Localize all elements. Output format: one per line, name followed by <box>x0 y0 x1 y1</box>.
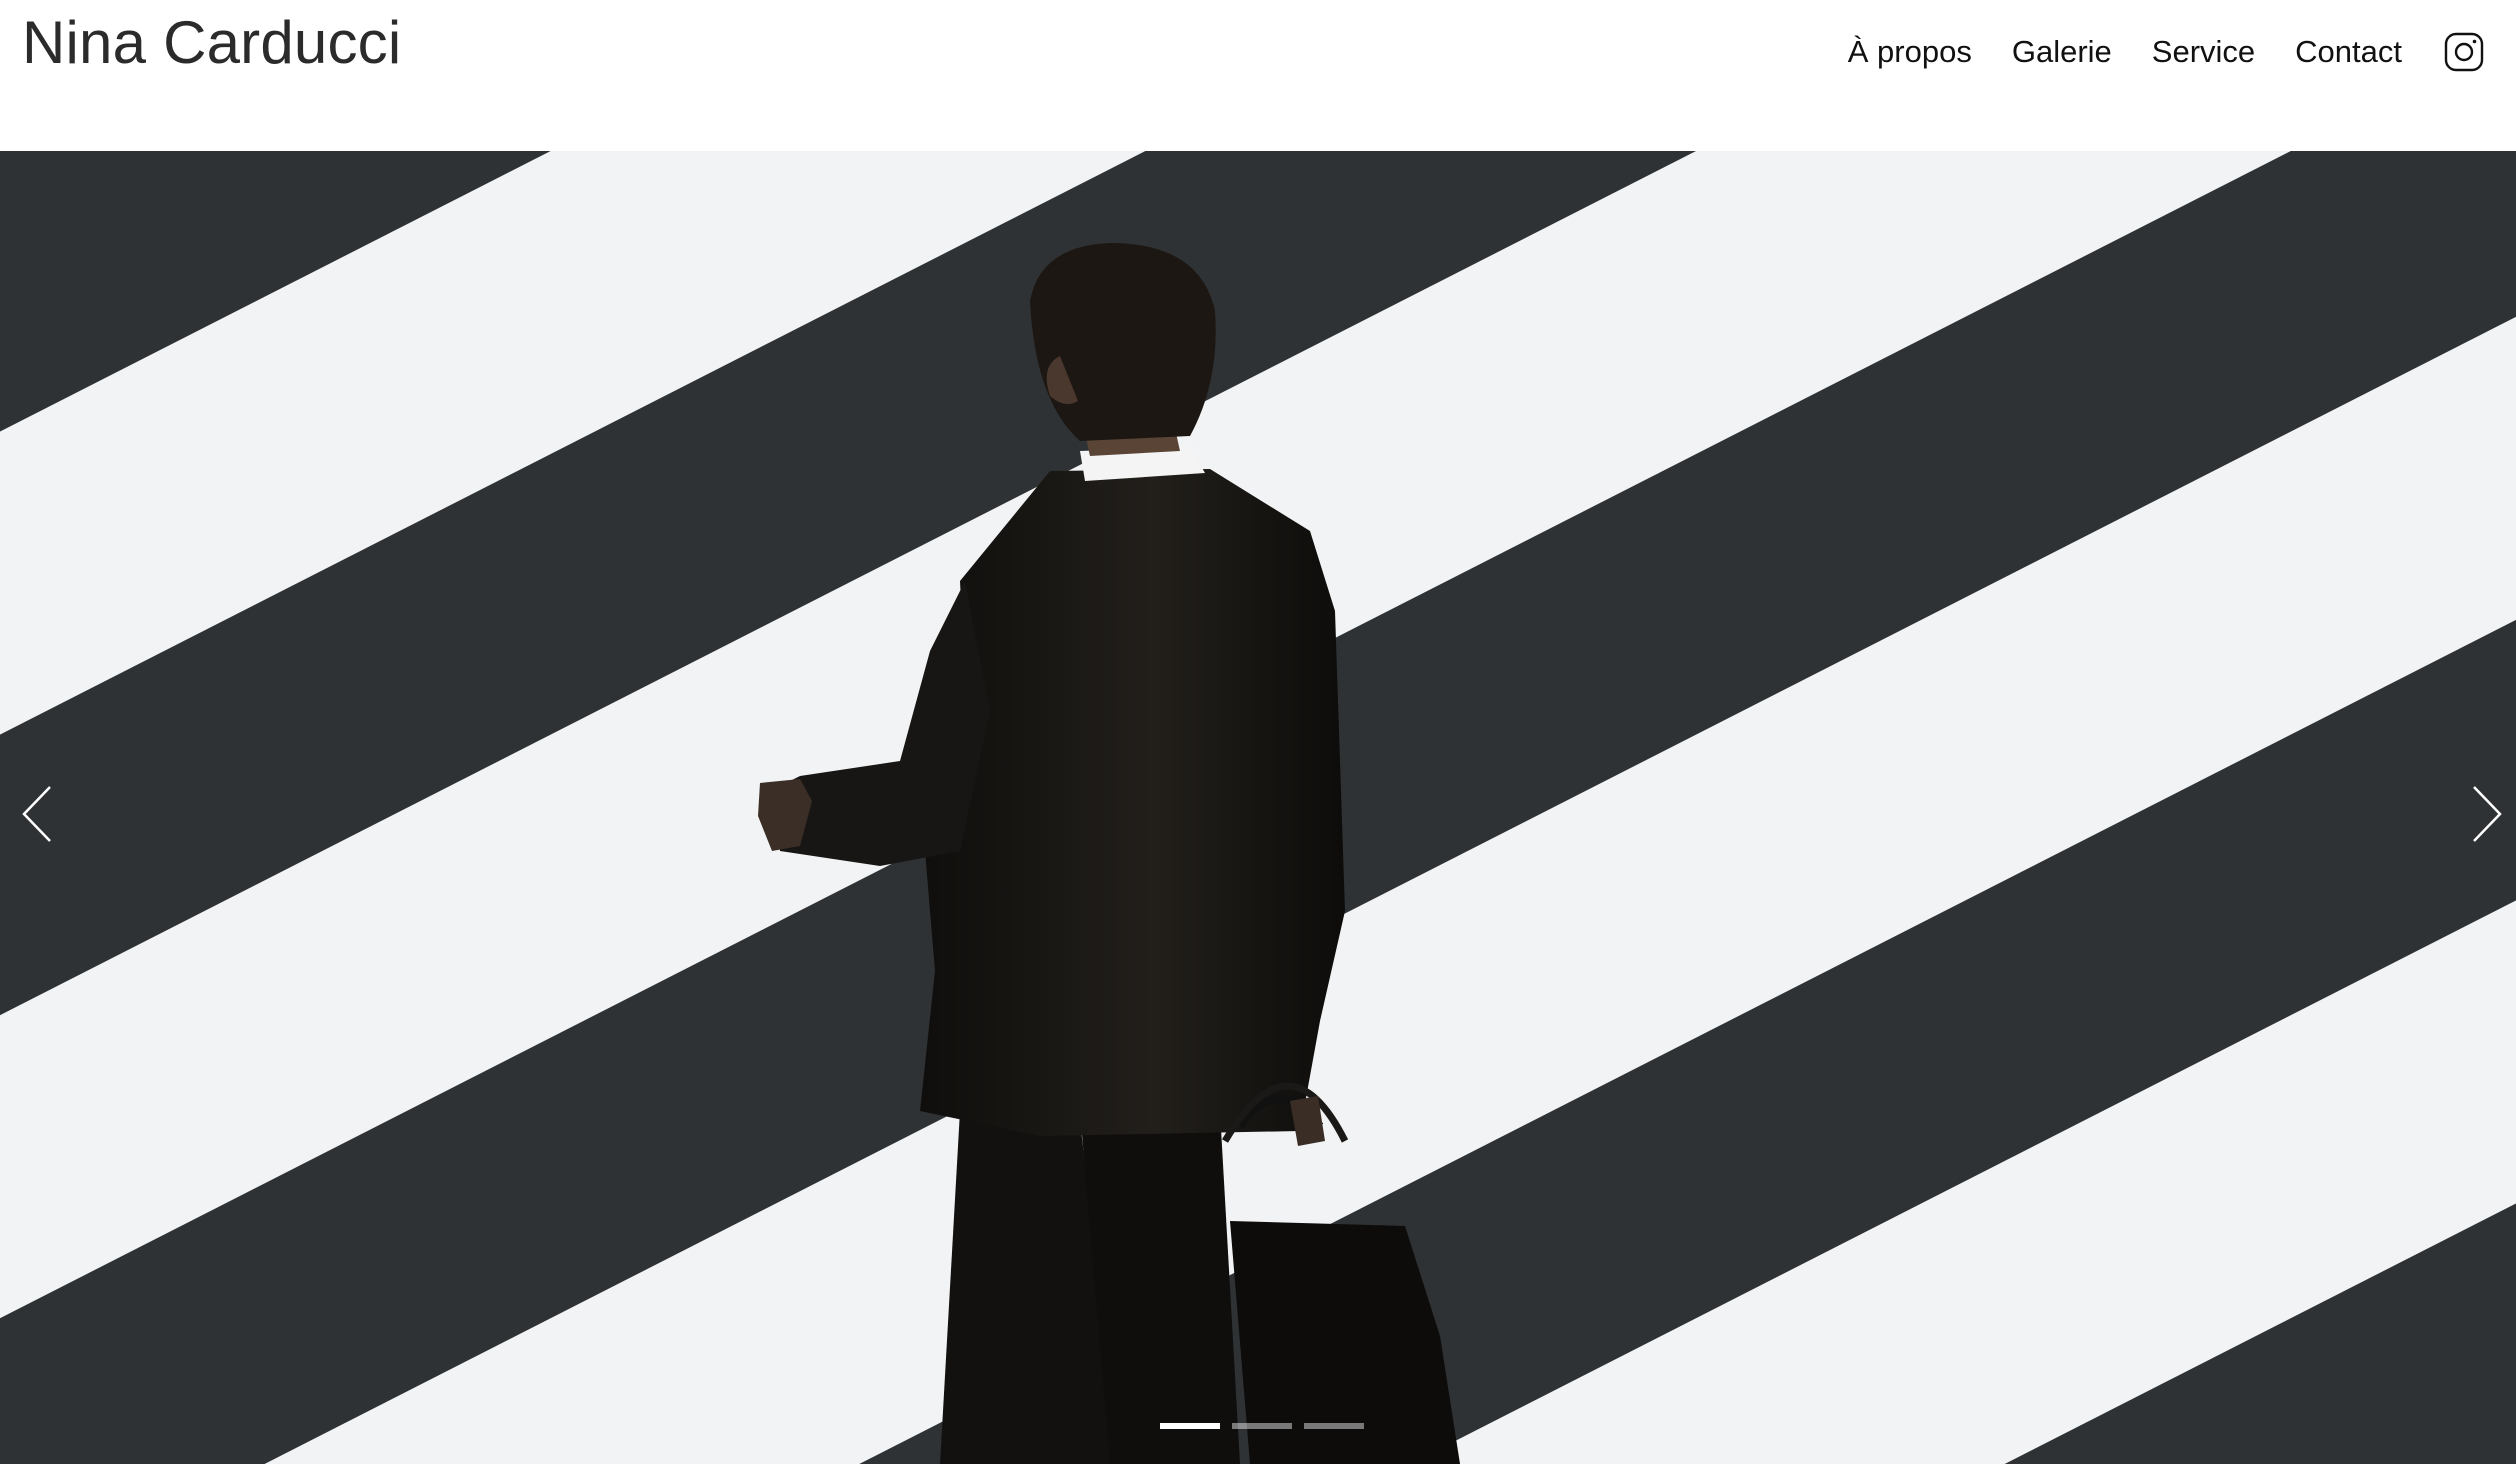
hero-image <box>0 151 2516 1464</box>
carousel-indicator-2[interactable] <box>1232 1423 1292 1429</box>
carousel-indicator-1[interactable] <box>1160 1423 1220 1429</box>
main-nav: À propos Galerie Service Contact <box>1848 30 2484 74</box>
hero-carousel <box>0 151 2516 1464</box>
nav-link-gallery[interactable]: Galerie <box>2012 30 2112 74</box>
carousel-indicators <box>1160 1423 1364 1429</box>
site-header: Nina Carducci À propos Galerie Service C… <box>0 0 2516 151</box>
carousel-next-button[interactable] <box>2464 779 2510 849</box>
carousel-prev-button[interactable] <box>14 779 60 849</box>
carousel-indicator-3[interactable] <box>1304 1423 1364 1429</box>
chevron-left-icon <box>14 779 60 849</box>
nav-link-contact[interactable]: Contact <box>2295 30 2402 74</box>
nav-link-about[interactable]: À propos <box>1848 30 1972 74</box>
chevron-right-icon <box>2464 779 2510 849</box>
instagram-icon[interactable] <box>2444 31 2484 73</box>
nav-link-service[interactable]: Service <box>2152 30 2255 74</box>
site-title[interactable]: Nina Carducci <box>22 8 401 78</box>
